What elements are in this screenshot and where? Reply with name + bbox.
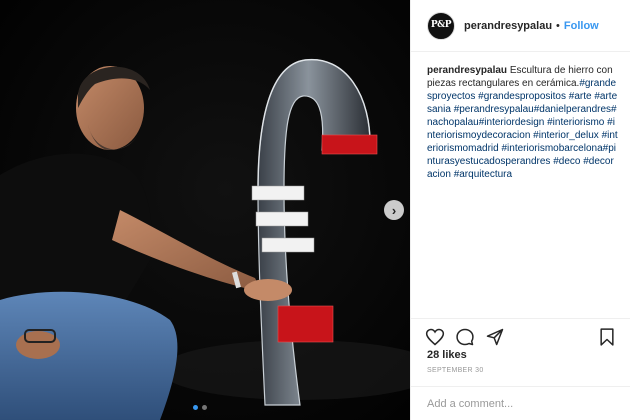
caption-username[interactable]: perandresypalau	[427, 65, 507, 76]
hashtag-link[interactable]: #interiorismo	[547, 117, 604, 128]
follow-button[interactable]: Follow	[564, 20, 599, 32]
avatar-logo: P&P	[430, 20, 452, 30]
avatar[interactable]: P&P	[427, 11, 455, 40]
hashtag-link[interactable]: #deco	[553, 156, 580, 167]
post-side-panel: P&P perandresypalau • Follow perandresyp…	[410, 0, 630, 420]
hashtag-link[interactable]: #arte	[569, 91, 592, 102]
carousel-indicator	[193, 405, 207, 410]
hashtag-link[interactable]: #interiorismobarcelona	[501, 143, 602, 154]
username-link[interactable]: perandresypalau	[464, 20, 552, 32]
comment-icon[interactable]	[455, 327, 475, 347]
post-header: P&P perandresypalau • Follow	[411, 0, 630, 52]
hashtag-link[interactable]: #interior_delux	[533, 130, 599, 141]
comment-form	[411, 386, 630, 420]
bookmark-icon[interactable]	[597, 327, 617, 347]
post-photo[interactable]: ›	[0, 0, 410, 420]
carousel-dot	[202, 405, 207, 410]
comment-input[interactable]	[427, 397, 615, 410]
hashtag-link[interactable]: #interiordesign	[479, 117, 545, 128]
carousel-dot	[193, 405, 198, 410]
post-date: SEPTEMBER 30	[427, 367, 484, 374]
hashtag-link[interactable]: #perandresypalau	[454, 104, 534, 115]
likes-count[interactable]: 28 likes	[427, 349, 467, 361]
share-icon[interactable]	[485, 327, 505, 347]
action-bar	[411, 318, 630, 348]
chevron-right-icon: ›	[391, 202, 397, 218]
caption-text: Escultura de hierro con piezas rectangul…	[427, 65, 618, 180]
heart-icon[interactable]	[425, 327, 445, 347]
hashtag-link[interactable]: #arquitectura	[454, 169, 512, 180]
separator-dot: •	[556, 19, 560, 32]
photo-image	[0, 0, 410, 420]
carousel-next-button[interactable]: ›	[384, 200, 404, 220]
hashtag-link[interactable]: #grandespropositos	[478, 91, 566, 102]
hashtag-link[interactable]: #danielperandres	[534, 104, 611, 115]
post-caption: perandresypalau Escultura de hierro con …	[411, 52, 630, 317]
